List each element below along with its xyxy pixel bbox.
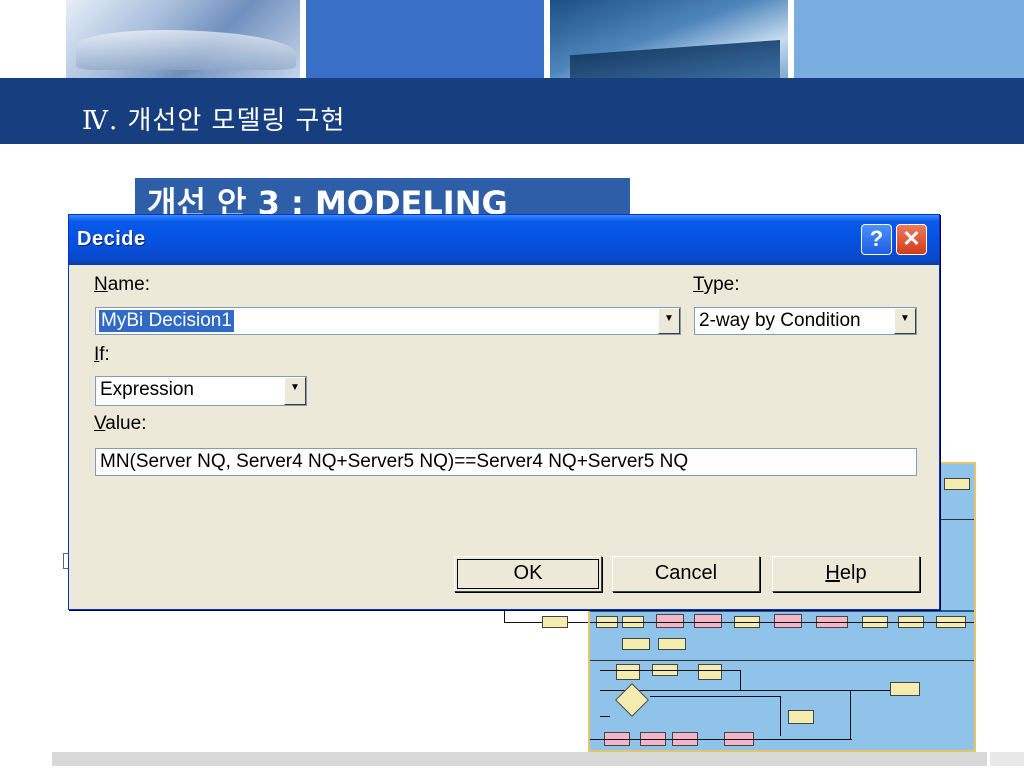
slide-footer-bar — [52, 752, 987, 766]
flowchart-decision — [615, 683, 649, 717]
type-label: Type: — [693, 274, 740, 295]
if-value: Expression — [100, 379, 194, 400]
header-photo-blue — [306, 0, 544, 78]
flowchart-node — [542, 616, 568, 628]
flowchart-node — [658, 638, 686, 650]
flowchart-connector — [600, 670, 740, 671]
value-text: MN(Server NQ, Server4 NQ+Server5 NQ)==Se… — [100, 451, 689, 472]
decide-dialog: Decide ? ✕ Name: MyBi Decision1 ▼ Type: … — [68, 214, 940, 610]
flowchart-node — [788, 710, 814, 724]
name-value: MyBi Decision1 — [99, 310, 234, 332]
flowchart-node — [616, 664, 640, 680]
help-button-rest: elp — [839, 562, 867, 584]
dialog-title: Decide — [77, 228, 146, 250]
header-photo-hands — [66, 0, 300, 78]
if-label: If: — [94, 344, 110, 365]
help-icon[interactable]: ? — [861, 224, 892, 255]
building-image — [570, 40, 780, 78]
flowchart-node — [656, 614, 684, 628]
flowchart-connector — [504, 608, 505, 622]
flowchart-connector — [850, 690, 851, 740]
flowchart-connector — [600, 690, 890, 691]
flowchart-connector — [590, 739, 852, 740]
type-label-rest: ype: — [703, 274, 740, 295]
flowchart-node — [890, 682, 920, 696]
flowchart-connector — [590, 622, 974, 623]
flowchart-node — [774, 614, 802, 628]
flowchart-connector — [650, 696, 780, 697]
help-button[interactable]: Help — [772, 556, 920, 592]
flowchart-connector — [600, 716, 610, 717]
value-label: Value: — [94, 413, 147, 434]
chevron-down-icon[interactable]: ▼ — [284, 377, 306, 405]
slide-subtitle-box: 개선 안 3 : MODELING — [135, 178, 630, 218]
header-photo-building — [550, 0, 788, 78]
flowchart-connector — [780, 696, 781, 736]
flowchart-lane-divider — [590, 660, 974, 661]
name-combo[interactable]: MyBi Decision1 ▼ — [95, 307, 681, 335]
chevron-down-icon[interactable]: ▼ — [658, 308, 680, 334]
close-icon[interactable]: ✕ — [896, 224, 927, 255]
flowchart-node — [622, 638, 650, 650]
if-select[interactable]: Expression ▼ — [95, 376, 307, 406]
name-label: Name: — [94, 274, 150, 295]
flowchart-lane-divider — [590, 610, 974, 612]
flowchart-node — [694, 614, 722, 628]
flowchart-node — [698, 664, 722, 680]
chevron-down-icon[interactable]: ▼ — [894, 308, 916, 334]
hands-image — [76, 30, 296, 70]
cancel-button[interactable]: Cancel — [612, 556, 760, 592]
ok-button[interactable]: OK — [454, 556, 602, 592]
name-label-rest: ame: — [107, 274, 150, 295]
slide-title: Ⅳ. 개선안 모델링 구현 — [82, 106, 346, 136]
flowchart-node — [944, 478, 970, 490]
value-input[interactable]: MN(Server NQ, Server4 NQ+Server5 NQ)==Se… — [95, 448, 917, 476]
type-select[interactable]: 2-way by Condition ▼ — [694, 307, 917, 335]
type-value: 2-way by Condition — [699, 310, 861, 331]
slide-subtitle: 개선 안 3 : MODELING — [147, 184, 508, 218]
header-photo-sky — [794, 0, 1024, 78]
flowchart-connector — [740, 670, 741, 690]
dialog-titlebar[interactable]: Decide ? ✕ — [69, 215, 939, 265]
value-label-rest: alue: — [105, 413, 147, 434]
if-label-rest: f: — [99, 344, 110, 365]
slide-footer-bar-end — [990, 752, 1024, 766]
